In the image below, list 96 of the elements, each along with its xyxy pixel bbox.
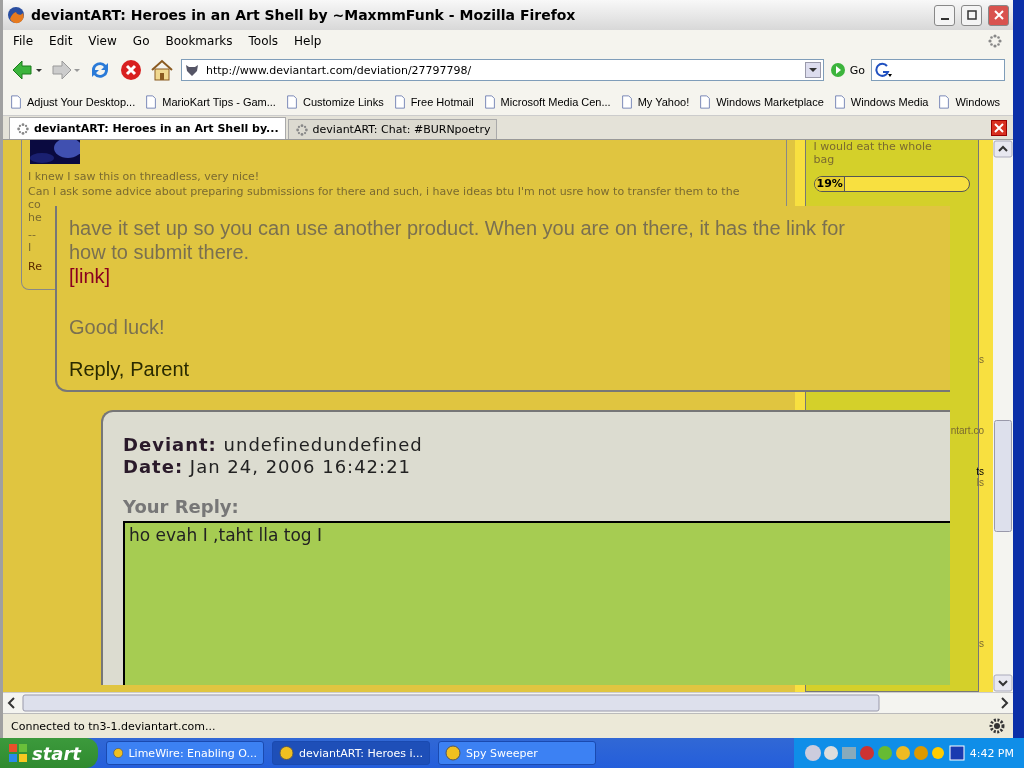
- sidebar-text: ts: [976, 466, 984, 477]
- home-button[interactable]: [149, 58, 175, 82]
- scroll-down-icon[interactable]: [993, 674, 1013, 692]
- page-icon: [619, 93, 634, 110]
- comment-text: co: [28, 198, 41, 211]
- reply-label: Your Reply:: [123, 496, 240, 517]
- page-icon: [9, 93, 23, 110]
- page-icon: [937, 93, 952, 110]
- minimize-button[interactable]: [934, 4, 955, 26]
- comment-text: Good luck!: [69, 315, 165, 339]
- bookmark-link[interactable]: Windows Marketplace: [698, 93, 824, 110]
- sidebar-text: bag: [813, 153, 836, 166]
- google-icon: [875, 62, 893, 78]
- back-button[interactable]: [11, 59, 43, 81]
- comment-text: --: [28, 228, 36, 241]
- dropdown-icon[interactable]: [804, 62, 821, 78]
- bookmark-link[interactable]: MarioKart Tips - Gam...: [144, 93, 276, 110]
- menu-item[interactable]: Go: [132, 34, 150, 48]
- clock: 4:42 PM: [969, 746, 1014, 760]
- page-icon: [832, 93, 847, 110]
- page-icon: [144, 93, 159, 110]
- forward-arrow-icon: [49, 59, 81, 81]
- comment-text: he: [28, 211, 42, 224]
- page-icon: [482, 93, 497, 110]
- site-icon: [184, 62, 200, 78]
- start-button[interactable]: start: [0, 738, 98, 768]
- horizontal-scrollbar[interactable]: [3, 692, 1013, 713]
- date-line: Date: Jan 24, 2006 16:42:21: [123, 456, 413, 478]
- browser-tab[interactable]: deviantART: Heroes in an Art Shell by...: [9, 117, 286, 139]
- status-text: Connected to tn3-1.deviantart.com...: [11, 719, 216, 733]
- home-icon: [149, 58, 175, 82]
- window-title: deviantART: Heroes in an Art Shell by ~MaxmmFunk - Mozilla Firefox: [31, 7, 577, 23]
- stop-icon: [119, 58, 143, 82]
- gear-icon: [989, 718, 1005, 734]
- search-field[interactable]: [871, 59, 1005, 81]
- app-icon: [445, 745, 461, 761]
- scroll-up-icon[interactable]: [993, 140, 1013, 158]
- page-icon: [698, 93, 713, 110]
- taskbar-button[interactable]: Spy Sweeper: [438, 741, 596, 765]
- poll-reading: 19%: [816, 177, 843, 190]
- windows-logo-icon: [8, 743, 28, 763]
- bookmark-link[interactable]: Customize Links: [284, 93, 384, 110]
- taskbar-button[interactable]: deviantART: Heroes i...: [272, 741, 430, 765]
- go-button[interactable]: Go: [829, 62, 865, 78]
- vertical-scrollbar[interactable]: [993, 140, 1013, 692]
- sidebar-text: s: [979, 638, 984, 649]
- scroll-thumb[interactable]: [21, 693, 881, 713]
- page-icon: [392, 93, 407, 110]
- back-arrow-icon: [11, 59, 43, 81]
- comment-text: I: [28, 241, 32, 254]
- bookmark-link[interactable]: Adjust Your Desktop...: [9, 93, 136, 110]
- throbber-icon: [987, 33, 1003, 49]
- tray-icons-drawing[interactable]: [803, 744, 944, 762]
- sidebar-text: s: [979, 354, 984, 365]
- forward-button[interactable]: [49, 59, 81, 81]
- menu-item[interactable]: Tools: [248, 34, 279, 48]
- stop-button[interactable]: [119, 58, 143, 82]
- app-icon: [113, 745, 124, 761]
- address-bar[interactable]: http://www.deviantart.com/deviation/27797798/: [181, 59, 824, 81]
- truncated-link[interactable]: Re: [28, 260, 42, 273]
- close-tab-icon[interactable]: [991, 120, 1007, 136]
- bookmark-link[interactable]: Free Hotmail: [392, 93, 474, 110]
- menu-item[interactable]: View: [88, 34, 117, 48]
- browser-tab[interactable]: deviantART: Chat: #BURNpoetry: [287, 119, 498, 139]
- menu-item[interactable]: Edit: [49, 34, 73, 48]
- menu-item[interactable]: Bookmarks: [165, 34, 233, 48]
- loading-icon: [16, 121, 30, 136]
- page-icon: [284, 93, 299, 110]
- minimize-icon: [940, 18, 949, 20]
- comment-text: Can I ask some advice about preparing submissions for there and such, i have ideas btu I'm not usre how to transfer them to the: [28, 185, 741, 198]
- comment-text: I knew I saw this on threadless, very nice!: [28, 170, 261, 183]
- bookmark-link[interactable]: My Yahoo!: [619, 93, 690, 110]
- comment-text: have it set up so you can use another product. When you are on there, it has the link for: [69, 216, 845, 240]
- firefox-icon: [7, 6, 25, 24]
- bookmark-link[interactable]: Microsoft Media Cen...: [482, 93, 611, 110]
- comment-text: how to submit there.: [69, 240, 250, 264]
- menu-item[interactable]: File: [13, 34, 34, 48]
- link[interactable]: [link]: [69, 264, 111, 288]
- action-link[interactable]: Parent: [130, 357, 190, 381]
- scroll-thumb[interactable]: [994, 420, 1012, 532]
- action-link[interactable]: Reply,: [69, 357, 125, 381]
- close-icon: [993, 10, 1004, 20]
- go-icon: [829, 62, 846, 78]
- close-button[interactable]: [988, 4, 1009, 26]
- sidebar-text: I would eat the whole: [813, 140, 933, 153]
- maximize-button[interactable]: [961, 4, 982, 26]
- reply-field[interactable]: ho evah I ,taht lla tog I: [123, 521, 950, 685]
- maximize-icon: [966, 10, 977, 20]
- loading-icon: [294, 122, 309, 137]
- app-icon: [279, 745, 294, 761]
- bookmark-link[interactable]: Windows Media: [832, 93, 929, 110]
- book-icon[interactable]: [947, 744, 966, 762]
- taskbar-button[interactable]: LimeWire: Enabling O...: [106, 741, 264, 765]
- menu-item[interactable]: Help: [294, 34, 322, 48]
- bookmark-link[interactable]: Windows: [937, 93, 1001, 110]
- deviant-line: Deviant: undefinedundefined: [123, 434, 424, 456]
